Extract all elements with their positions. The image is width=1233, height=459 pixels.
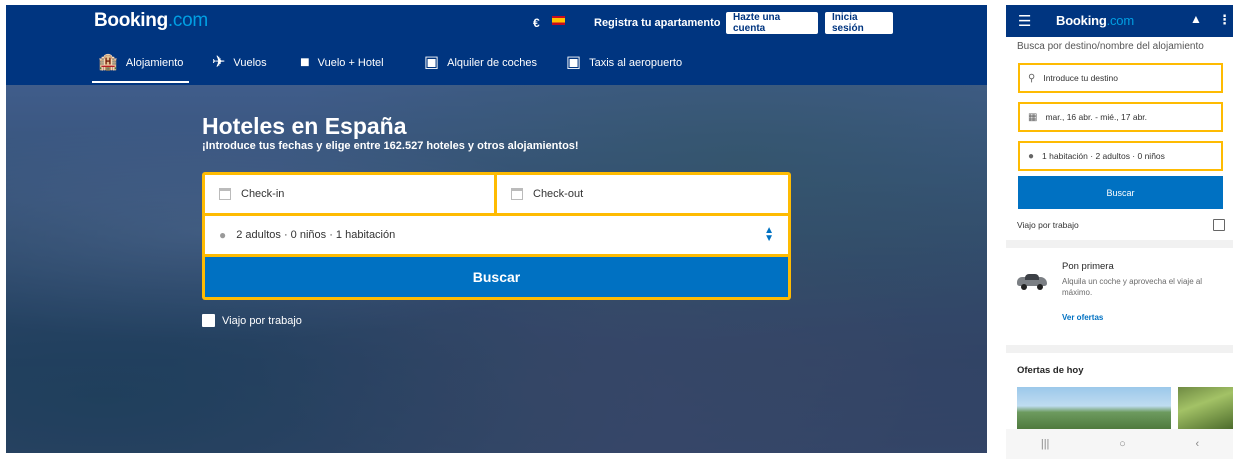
tab-label: Vuelo + Hotel	[317, 57, 384, 69]
work-trip-checkbox[interactable]: Viajo por trabajo	[202, 314, 302, 327]
back-icon[interactable]: ‹	[1195, 438, 1199, 450]
checkbox-box[interactable]	[202, 314, 215, 327]
promo-text: Alquila un coche y aprovecha el viaje al…	[1062, 277, 1203, 297]
guests-field[interactable]: ● 1 habitación · 2 adultos · 0 niños	[1018, 141, 1223, 171]
car-icon	[1017, 273, 1047, 290]
booking-logo[interactable]: Booking.com	[94, 10, 208, 32]
mobile-view: ☰ Booking.com ▲ ⋮ Busca por destino/nomb…	[1006, 5, 1233, 459]
bed-building-icon: 🏨	[98, 54, 118, 71]
booking-logo[interactable]: Booking.com	[1056, 13, 1134, 28]
logo-brand: Booking	[94, 10, 168, 31]
tab-label: Vuelos	[233, 57, 267, 69]
plane-icon: ✈	[212, 54, 226, 71]
checkin-field[interactable]: Check-in	[205, 175, 494, 213]
destination-placeholder: Introduce tu destino	[1043, 73, 1118, 83]
guests-value: 1 habitación · 2 adultos · 0 niños	[1042, 151, 1165, 161]
car-icon: ▣	[424, 54, 440, 71]
guests-selector[interactable]: ● 2 adultos · 0 niños · 1 habitación ▲ ▼	[205, 216, 788, 254]
desktop-view: Booking.com € Registra tu apartamento Ha…	[6, 5, 987, 453]
register-property-link[interactable]: Registra tu apartamento	[594, 17, 721, 29]
recent-apps-icon[interactable]: |||	[1041, 438, 1050, 450]
person-icon: ●	[1028, 150, 1035, 162]
create-account-button[interactable]: Hazte una cuenta	[726, 12, 818, 34]
mobile-header: ☰ Booking.com ▲ ⋮	[1006, 5, 1233, 37]
taxi-icon: ▣	[566, 54, 582, 71]
promo-title: Pon primera	[1062, 261, 1114, 272]
login-button[interactable]: Inicia sesión	[825, 12, 893, 34]
see-offers-link[interactable]: Ver ofertas	[1062, 313, 1103, 322]
tab-label: Alquiler de coches	[447, 57, 538, 69]
home-icon[interactable]: ○	[1119, 438, 1126, 450]
tab-flights[interactable]: ✈ Vuelos	[212, 55, 267, 71]
work-trip-row[interactable]: Viajo por trabajo	[1017, 219, 1225, 231]
top-bar: Booking.com € Registra tu apartamento Ha…	[6, 5, 987, 41]
bell-icon[interactable]: ▲	[1190, 12, 1202, 26]
tab-flight-hotel[interactable]: ■ Vuelo + Hotel	[300, 55, 384, 71]
spain-flag-icon[interactable]	[552, 16, 565, 25]
hero-subtitle: ¡Introduce tus fechas y elige entre 162.…	[202, 140, 579, 152]
guests-summary: 2 adultos · 0 niños · 1 habitación	[236, 229, 396, 241]
search-button[interactable]: Buscar	[1018, 176, 1223, 209]
hamburger-icon[interactable]: ☰	[1018, 12, 1031, 30]
destination-input[interactable]: ⚲ Introduce tu destino	[1018, 63, 1223, 93]
work-trip-label: Viajo por trabajo	[222, 314, 302, 327]
logo-suffix: .com	[1106, 13, 1135, 28]
logo-brand: Booking	[1056, 13, 1107, 28]
search-button[interactable]: Buscar	[205, 257, 788, 297]
work-trip-label: Viajo por trabajo	[1017, 220, 1079, 230]
person-icon: ●	[219, 228, 227, 242]
dates-field[interactable]: ▦ mar., 16 abr. - mié., 17 abr.	[1018, 102, 1223, 132]
hero-title: Hoteles en España	[202, 113, 407, 139]
section-divider	[1006, 345, 1233, 353]
checkout-field[interactable]: Check-out	[497, 175, 788, 213]
tab-label: Alojamiento	[125, 57, 184, 69]
system-nav-bar: ||| ○ ‹	[1006, 429, 1233, 459]
checkout-placeholder: Check-out	[533, 188, 584, 200]
tab-car-rental[interactable]: ▣ Alquiler de coches	[424, 55, 537, 71]
currency-selector[interactable]: €	[533, 16, 540, 30]
search-icon: ⚲	[1028, 72, 1036, 84]
main-nav: 🏨 Alojamiento ✈ Vuelos ■ Vuelo + Hotel ▣…	[6, 41, 987, 85]
tab-airport-taxis[interactable]: ▣ Taxis al aeropuerto	[566, 55, 682, 71]
calendar-icon: ▦	[1028, 111, 1038, 123]
section-divider	[1006, 240, 1233, 248]
tab-label: Taxis al aeropuerto	[589, 57, 683, 69]
deal-image[interactable]	[1017, 387, 1171, 429]
destination-label: Busca por destino/nombre del alojamiento	[1017, 41, 1204, 52]
suitcase-icon: ■	[300, 54, 310, 71]
tab-accommodation[interactable]: 🏨 Alojamiento	[91, 54, 190, 83]
search-box: Check-in Check-out ● 2 adultos · 0 niños…	[202, 172, 791, 300]
calendar-icon	[511, 188, 523, 200]
work-trip-checkbox[interactable]	[1213, 219, 1225, 231]
deal-image[interactable]	[1178, 387, 1233, 429]
chevron-updown-icon: ▲ ▼	[764, 225, 774, 244]
checkin-placeholder: Check-in	[241, 188, 285, 200]
dates-value: mar., 16 abr. - mié., 17 abr.	[1045, 112, 1148, 122]
calendar-icon	[219, 188, 231, 200]
kebab-icon[interactable]: ⋮	[1218, 12, 1231, 28]
logo-suffix: .com	[167, 10, 208, 31]
deals-title: Ofertas de hoy	[1017, 365, 1084, 376]
